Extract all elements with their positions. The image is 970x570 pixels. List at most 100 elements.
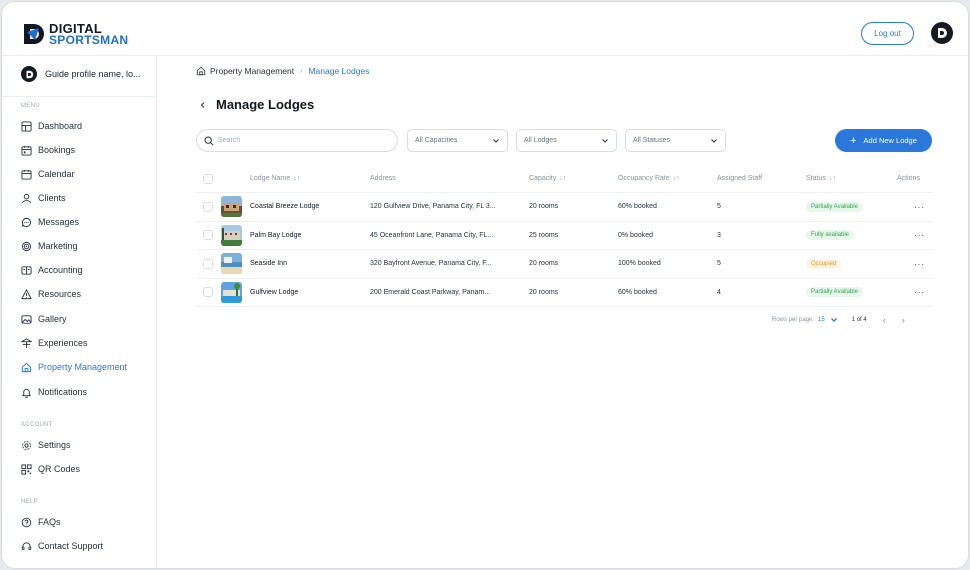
- breadcrumb: Property Management › Manage Lodges: [196, 66, 369, 76]
- sidebar-item-messages[interactable]: Messages: [21, 214, 79, 230]
- sidebar-item-label: FAQs: [38, 517, 61, 527]
- sidebar-item-marketing[interactable]: Marketing: [21, 238, 78, 254]
- sidebar-item-dashboard[interactable]: Dashboard: [21, 118, 82, 134]
- lodge-address: 200 Emerald Coast Parkway, Panam...: [370, 288, 491, 296]
- sidebar-item-contact-support[interactable]: Contact Support: [21, 538, 103, 554]
- lodge-name[interactable]: Palm Bay Lodge: [250, 222, 301, 250]
- status-filter-label: All Statuses: [633, 137, 670, 144]
- sidebar-item-experiences[interactable]: Experiences: [21, 335, 88, 351]
- brand-logo[interactable]: DIGITAL SPORTSMAN: [21, 22, 128, 46]
- user-avatar[interactable]: [931, 22, 953, 44]
- search-box[interactable]: [196, 129, 398, 152]
- table-row[interactable]: Gulfview Lodge 200 Emerald Coast Parkway…: [196, 277, 932, 307]
- row-checkbox[interactable]: [203, 258, 213, 269]
- profile-name: Guide profile name, lo...: [45, 69, 141, 79]
- lodge-capacity: 20 rooms: [529, 260, 559, 268]
- account-section-label: ACCOUNT: [21, 422, 53, 428]
- sidebar-item-label: Property Management: [38, 362, 128, 372]
- search-input[interactable]: [218, 137, 388, 144]
- sidebar-item-accounting[interactable]: Accounting: [21, 262, 83, 278]
- lodge-address: 120 Gulfview Drive, Panama City, FL 3...: [370, 203, 496, 211]
- logout-button[interactable]: Log out: [861, 22, 914, 45]
- sort-icon: ↓↑: [559, 175, 567, 182]
- accounting-icon: [21, 265, 32, 275]
- calendar-icon: [21, 169, 32, 180]
- column-header-lodge-name[interactable]: Lodge Name ↓↑: [250, 165, 300, 192]
- brand-logo-icon: [26, 70, 33, 78]
- table-row[interactable]: Coastal Breeze Lodge 120 Gulfview Drive,…: [196, 192, 932, 221]
- lodge-name[interactable]: Seaside Inn: [250, 250, 287, 278]
- table-row[interactable]: Palm Bay Lodge 45 Oceanfront Lane, Panam…: [196, 220, 932, 250]
- column-header-actions: Actions: [897, 165, 920, 192]
- property-icon: [21, 362, 32, 372]
- column-header-label: Capacity: [529, 175, 557, 182]
- clients-icon: [21, 193, 32, 203]
- add-new-lodge-button[interactable]: + Add New Lodge: [835, 129, 932, 152]
- sidebar-item-qr-codes[interactable]: QR Codes: [21, 461, 80, 477]
- status-badge: Partially Available: [806, 201, 863, 212]
- more-options-icon: ···: [914, 287, 925, 298]
- sidebar-item-clients[interactable]: Clients: [21, 190, 66, 206]
- sidebar-item-bookings[interactable]: Bookings: [21, 142, 75, 158]
- sidebar-item-label: Gallery: [38, 314, 67, 324]
- row-actions-menu[interactable]: ···: [914, 222, 925, 250]
- status-filter-dropdown[interactable]: All Statuses: [625, 129, 726, 152]
- column-header-staff: Assigned Staff: [717, 165, 762, 192]
- sidebar-item-calendar[interactable]: Calendar: [21, 166, 75, 182]
- qr-code-icon: [21, 463, 32, 475]
- row-actions-menu[interactable]: ···: [914, 250, 925, 278]
- column-header-capacity[interactable]: Capacity ↓↑: [529, 165, 566, 192]
- sidebar-item-resources[interactable]: Resources: [21, 286, 81, 302]
- resources-icon: [21, 288, 32, 299]
- breadcrumb-parent-link[interactable]: Property Management: [210, 66, 294, 76]
- headset-icon: [21, 541, 32, 550]
- table-header: Lodge Name ↓↑ Address Capacity ↓↑ Occupanc…: [196, 165, 932, 192]
- row-checkbox[interactable]: [203, 201, 213, 212]
- sidebar-item-faqs[interactable]: FAQs: [21, 514, 61, 530]
- row-actions-menu[interactable]: ···: [914, 279, 925, 307]
- sidebar-item-gallery[interactable]: Gallery: [21, 311, 67, 327]
- profile-switcher[interactable]: Guide profile name, lo...: [21, 66, 141, 82]
- experiences-icon: [21, 337, 32, 348]
- row-actions-menu[interactable]: ···: [914, 193, 925, 221]
- lodge-filter-dropdown[interactable]: All Lodges: [516, 129, 617, 152]
- lodge-occupancy: 60% booked: [618, 203, 657, 211]
- sidebar-item-property-management[interactable]: Property Management: [21, 359, 127, 375]
- column-header-status[interactable]: Status ↓↑: [806, 165, 836, 192]
- chevron-down-icon[interactable]: [830, 317, 838, 323]
- sidebar-item-label: Accounting: [38, 265, 83, 275]
- column-header-label: Status: [806, 175, 826, 182]
- sidebar-item-settings[interactable]: Settings: [21, 437, 71, 453]
- add-new-lodge-label: Add New Lodge: [863, 136, 917, 145]
- capacity-filter-dropdown[interactable]: All Capacities: [407, 129, 508, 152]
- back-button[interactable]: [196, 98, 210, 112]
- chevron-left-icon: [200, 102, 205, 108]
- next-page-button[interactable]: ›: [902, 315, 905, 325]
- previous-page-button[interactable]: ‹: [883, 315, 886, 325]
- lodge-name[interactable]: Gulfview Lodge: [250, 279, 298, 307]
- lodge-capacity: 25 rooms: [529, 231, 559, 239]
- sidebar: Guide profile name, lo... MENU Dashboard…: [2, 56, 157, 568]
- select-all-checkbox[interactable]: [203, 173, 213, 184]
- brand-logo-icon: [938, 28, 947, 38]
- column-header-occupancy[interactable]: Occupancy Rate ↓↑: [618, 165, 680, 192]
- row-checkbox-cell: [203, 193, 213, 221]
- sidebar-item-notifications[interactable]: Notifications: [21, 384, 87, 400]
- status-badge-cell: Partially Available: [806, 279, 863, 307]
- gear-icon: [22, 440, 31, 450]
- sidebar-item-label: Messages: [38, 217, 80, 227]
- lodge-filter-label: All Lodges: [524, 137, 557, 144]
- rows-per-page-select[interactable]: 15: [818, 317, 825, 323]
- lodge-thumbnail: [221, 196, 242, 218]
- lodge-name[interactable]: Coastal Breeze Lodge: [250, 193, 319, 221]
- row-checkbox[interactable]: [203, 287, 213, 298]
- marketing-icon: [21, 241, 32, 251]
- table-row[interactable]: Seaside Inn 320 Bayfront Avenue, Panama …: [196, 249, 932, 278]
- column-header-label: Lodge Name: [250, 175, 291, 182]
- page-title: Manage Lodges: [216, 97, 315, 112]
- status-badge: Occupied: [806, 258, 842, 269]
- chevron-down-icon: [602, 138, 608, 143]
- lodge-capacity: 20 rooms: [529, 203, 559, 211]
- lodge-thumbnail: [221, 281, 242, 303]
- row-checkbox[interactable]: [203, 230, 213, 241]
